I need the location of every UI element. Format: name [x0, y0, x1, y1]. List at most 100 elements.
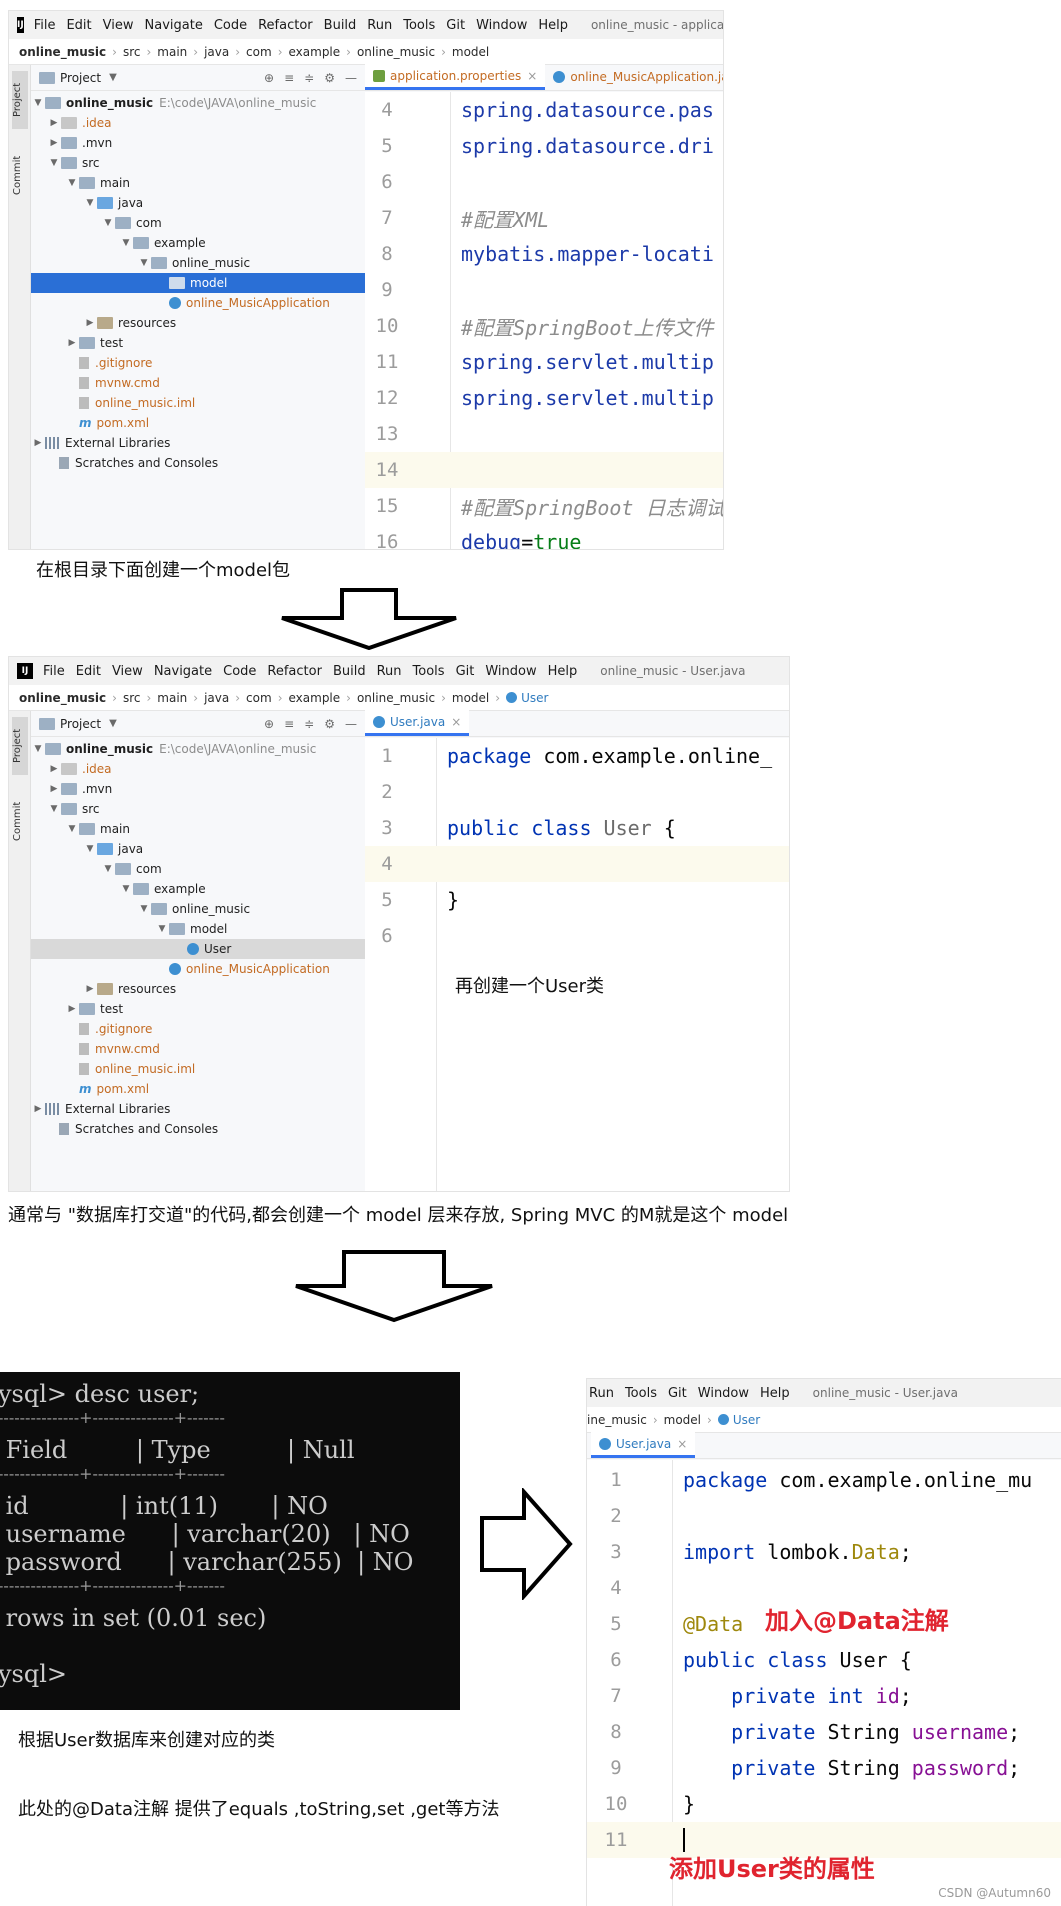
code-editor[interactable]: 1 package com.example.online_mu 2 3 import…: [587, 1460, 1061, 1906]
gear-icon[interactable]: ⚙: [324, 717, 335, 731]
tree-item-user-selected[interactable]: User: [31, 939, 365, 959]
menu-edit[interactable]: Edit: [76, 664, 101, 679]
tree-item-pom[interactable]: m pom.xml: [65, 413, 149, 433]
breadcrumb-item[interactable]: example: [289, 45, 341, 59]
tree-item-model[interactable]: ▼ model: [155, 919, 228, 939]
tab-user-java[interactable]: User.java ×: [591, 1432, 696, 1458]
breadcrumb-item[interactable]: online_music: [357, 691, 435, 705]
menu-refactor[interactable]: Refactor: [267, 664, 322, 679]
side-tab-commit[interactable]: Commit: [12, 791, 28, 851]
tree-item-application-class[interactable]: online_MusicApplication: [155, 959, 330, 979]
side-tab-project[interactable]: Project: [12, 71, 28, 129]
menu-refactor[interactable]: Refactor: [258, 18, 313, 33]
tree-item-idea[interactable]: ▶ .idea: [47, 759, 112, 779]
tree-item-iml[interactable]: online_music.iml: [65, 393, 195, 413]
tree-item-application-class[interactable]: online_MusicApplication: [155, 293, 330, 313]
breadcrumb-item[interactable]: example: [289, 691, 341, 705]
tree-item-com[interactable]: ▼ com: [101, 213, 162, 233]
gear-icon[interactable]: ⚙: [324, 71, 335, 85]
menu-help[interactable]: Help: [760, 1386, 790, 1401]
tree-item-online-music-pkg[interactable]: ▼ online_music: [137, 253, 251, 273]
menu-file[interactable]: File: [34, 18, 56, 33]
tab-user-java[interactable]: User.java ×: [365, 710, 470, 736]
tree-item-model-selected[interactable]: model: [31, 273, 365, 293]
tree-item-main[interactable]: ▼ main: [65, 819, 130, 839]
breadcrumb-item[interactable]: model: [452, 45, 489, 59]
tree-item-online-music-pkg[interactable]: ▼ online_music: [137, 899, 251, 919]
tree-item-external-libraries[interactable]: ▶ External Libraries: [31, 433, 171, 453]
tree-item-scratches[interactable]: Scratches and Consoles: [45, 453, 218, 473]
menu-window[interactable]: Window: [476, 18, 527, 33]
locate-icon[interactable]: ⊕: [264, 71, 274, 85]
tab-application-properties[interactable]: application.properties ×: [365, 64, 546, 90]
menu-tools[interactable]: Tools: [625, 1386, 657, 1401]
tree-item-mvn[interactable]: ▶ .mvn: [47, 133, 113, 153]
tree-item-example[interactable]: ▼ example: [119, 879, 206, 899]
collapse-all-icon[interactable]: ≑: [304, 71, 314, 85]
collapse-all-icon[interactable]: ≑: [304, 717, 314, 731]
tree-item-external-libraries[interactable]: ▶ External Libraries: [31, 1099, 171, 1119]
menu-navigate[interactable]: Navigate: [154, 664, 212, 679]
menu-view[interactable]: View: [112, 664, 143, 679]
breadcrumb-item[interactable]: com: [246, 691, 272, 705]
breadcrumb-item[interactable]: online_music: [19, 45, 106, 59]
breadcrumb-item[interactable]: main: [157, 691, 187, 705]
menu-help[interactable]: Help: [538, 18, 568, 33]
tab-application-java[interactable]: online_MusicApplication.java: [545, 64, 723, 90]
menu-help[interactable]: Help: [548, 664, 578, 679]
tree-item-mvnw[interactable]: mvnw.cmd: [65, 1039, 160, 1059]
expand-all-icon[interactable]: ≡: [284, 71, 294, 85]
code-editor[interactable]: 1 package com.example.online_ 2 3 public c…: [365, 738, 789, 1191]
tree-item-idea[interactable]: ▶ .idea: [47, 113, 112, 133]
breadcrumb-item[interactable]: com: [246, 45, 272, 59]
menu-git[interactable]: Git: [456, 664, 475, 679]
menu-run[interactable]: Run: [377, 664, 402, 679]
breadcrumb-item[interactable]: java: [204, 691, 229, 705]
menu-navigate[interactable]: Navigate: [145, 18, 203, 33]
menu-file[interactable]: File: [43, 664, 65, 679]
menu-code[interactable]: Code: [214, 18, 247, 33]
tree-item-java[interactable]: ▼ java: [83, 839, 144, 859]
tree-item-scratches[interactable]: Scratches and Consoles: [45, 1119, 218, 1139]
tree-item-src[interactable]: ▼ src: [47, 153, 100, 173]
breadcrumb-item[interactable]: online_music: [19, 691, 106, 705]
expand-all-icon[interactable]: ≡: [284, 717, 294, 731]
breadcrumb-item[interactable]: User: [733, 1413, 760, 1427]
breadcrumb-item[interactable]: online_music: [357, 45, 435, 59]
breadcrumb-item[interactable]: ine_music: [587, 1413, 647, 1427]
tree-item-main[interactable]: ▼ main: [65, 173, 130, 193]
breadcrumb-item[interactable]: java: [204, 45, 229, 59]
tree-item-gitignore[interactable]: .gitignore: [65, 1019, 152, 1039]
menu-window[interactable]: Window: [698, 1386, 749, 1401]
menu-build[interactable]: Build: [324, 18, 357, 33]
menu-git[interactable]: Git: [446, 18, 465, 33]
side-tab-commit[interactable]: Commit: [12, 145, 28, 205]
menu-window[interactable]: Window: [485, 664, 536, 679]
menu-git[interactable]: Git: [668, 1386, 687, 1401]
tree-item-iml[interactable]: online_music.iml: [65, 1059, 195, 1079]
menu-build[interactable]: Build: [333, 664, 366, 679]
code-editor[interactable]: 4 spring.datasource.pas 5 spring.datasourc…: [365, 92, 723, 549]
minimize-icon[interactable]: —: [345, 71, 357, 85]
tree-item-src[interactable]: ▼ src: [47, 799, 100, 819]
close-icon[interactable]: ×: [451, 715, 461, 729]
project-label[interactable]: Project: [60, 717, 101, 731]
project-label[interactable]: Project: [60, 71, 101, 85]
tree-item-example[interactable]: ▼ example: [119, 233, 206, 253]
tree-item-online-music[interactable]: ▼ online_music E:\code\JAVA\online_music: [31, 739, 317, 759]
tree-item-mvn[interactable]: ▶ .mvn: [47, 779, 113, 799]
menu-run[interactable]: Run: [367, 18, 392, 33]
breadcrumb-item[interactable]: src: [123, 45, 141, 59]
breadcrumb-item[interactable]: src: [123, 691, 141, 705]
side-tab-project[interactable]: Project: [12, 717, 28, 775]
menu-view[interactable]: View: [103, 18, 134, 33]
tree-item-mvnw[interactable]: mvnw.cmd: [65, 373, 160, 393]
chevron-down-icon[interactable]: ▼: [109, 72, 117, 83]
breadcrumb-item[interactable]: model: [664, 1413, 701, 1427]
breadcrumb-item[interactable]: User: [521, 691, 548, 705]
close-icon[interactable]: ×: [677, 1437, 687, 1451]
tree-item-test[interactable]: ▶ test: [65, 999, 124, 1019]
menu-code[interactable]: Code: [223, 664, 256, 679]
menu-tools[interactable]: Tools: [413, 664, 445, 679]
breadcrumb-item[interactable]: model: [452, 691, 489, 705]
